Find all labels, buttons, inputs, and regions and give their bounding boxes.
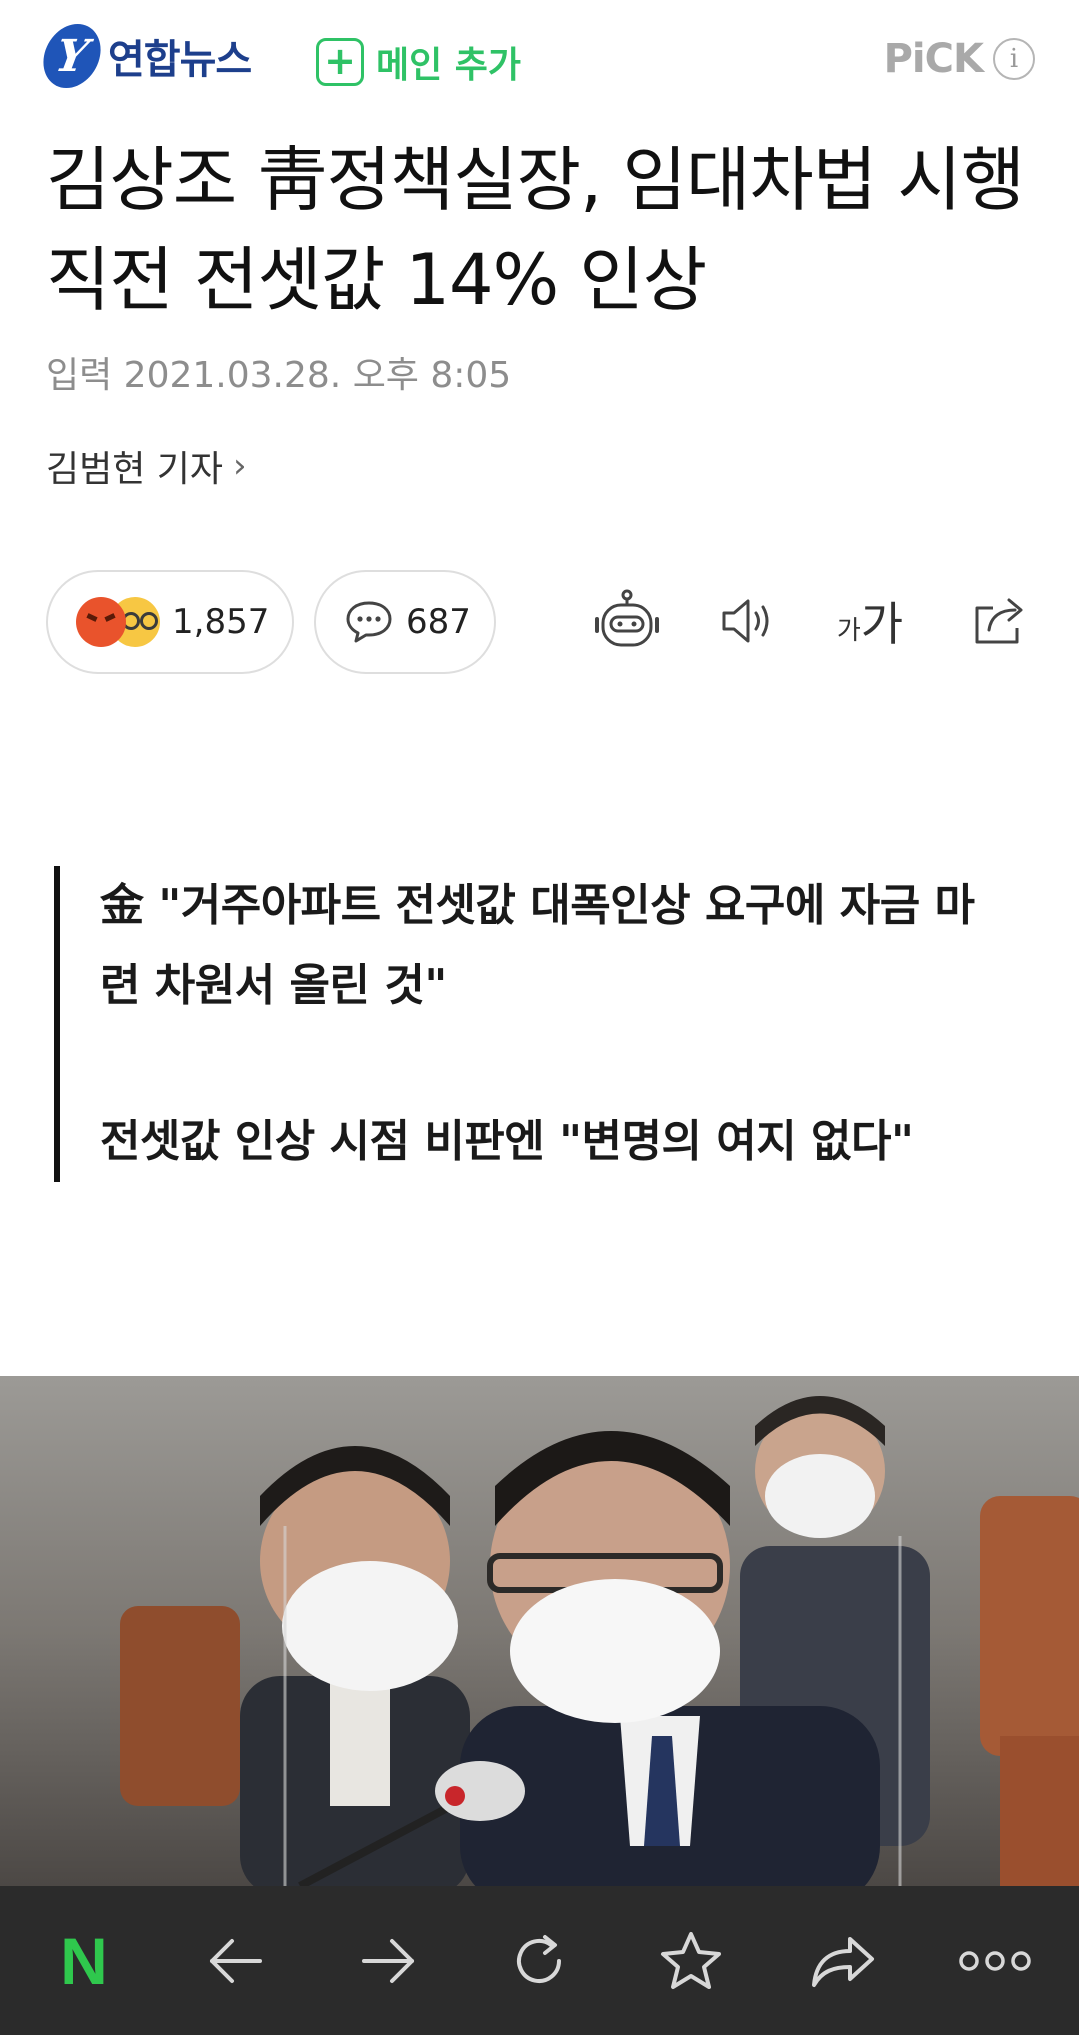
plus-icon: + bbox=[316, 38, 364, 86]
browser-toolbar: N bbox=[0, 1886, 1079, 2035]
add-to-main-button[interactable]: + 메인 추가 bbox=[316, 36, 521, 88]
info-icon[interactable]: i bbox=[993, 38, 1035, 80]
add-to-main-label: 메인 추가 bbox=[376, 45, 522, 86]
comment-button[interactable]: 687 bbox=[314, 570, 496, 674]
more-button[interactable] bbox=[945, 1911, 1045, 2011]
font-size-small: 가 bbox=[836, 615, 861, 646]
summary-line: 金 "거주아파트 전셋값 대폭인상 요구에 자금 마련 차원서 올린 것" bbox=[100, 880, 975, 1011]
share-arrow-icon bbox=[812, 1936, 875, 1987]
forward-arrow-icon bbox=[361, 1938, 414, 1983]
angry-emoji-icon bbox=[76, 597, 126, 647]
comment-count: 687 bbox=[406, 602, 471, 642]
back-arrow-icon bbox=[209, 1938, 262, 1983]
forward-button[interactable] bbox=[338, 1911, 438, 2011]
bookmark-star-icon bbox=[661, 1931, 722, 1989]
robot-icon bbox=[595, 589, 659, 647]
article-title: 김상조 靑정책실장, 임대차법 시행 직전 전셋값 14% 인상 bbox=[46, 139, 1025, 321]
reporter-link[interactable]: 김범현 기자 › bbox=[46, 440, 247, 492]
font-size-large: 가 bbox=[860, 597, 904, 651]
article-summary: 金 "거주아파트 전셋값 대폭인상 요구에 자금 마련 차원서 올린 것" 전셋… bbox=[54, 866, 1014, 1182]
back-button[interactable] bbox=[186, 1911, 286, 2011]
naver-home-button[interactable]: N bbox=[34, 1911, 134, 2011]
app-header: Y 연합뉴스 + 메인 추가 PiCK i bbox=[0, 0, 1079, 120]
share-page-button[interactable] bbox=[793, 1911, 893, 2011]
reaction-count: 1,857 bbox=[172, 602, 270, 642]
pick-label: PiCK bbox=[883, 36, 984, 82]
summary-line: 전셋값 인상 시점 비판엔 "변명의 여지 없다" bbox=[100, 1116, 914, 1167]
article-photo bbox=[0, 1376, 1079, 1886]
speaker-icon bbox=[722, 599, 769, 643]
read-aloud-button[interactable] bbox=[708, 586, 788, 656]
yonhap-logo-mark: Y bbox=[38, 24, 106, 88]
share-button[interactable] bbox=[960, 586, 1040, 656]
chevron-right-icon: › bbox=[233, 446, 247, 486]
font-size-button[interactable]: 가 가 bbox=[830, 586, 910, 656]
speech-bubble-icon bbox=[346, 601, 392, 643]
publisher-logo[interactable]: Y 연합뉴스 bbox=[38, 24, 252, 88]
pick-badge[interactable]: PiCK i bbox=[884, 36, 1035, 82]
reporter-name: 김범현 기자 bbox=[46, 449, 224, 490]
bookmark-button[interactable] bbox=[641, 1911, 741, 2011]
more-icon bbox=[959, 1950, 1031, 1971]
summary-bot-button[interactable] bbox=[587, 586, 667, 656]
publisher-name: 연합뉴스 bbox=[108, 37, 252, 83]
refresh-icon bbox=[517, 1934, 562, 1983]
refresh-button[interactable] bbox=[489, 1911, 589, 2011]
naver-logo: N bbox=[60, 1923, 108, 1998]
press-hearing-photo bbox=[0, 1376, 1079, 1886]
share-icon bbox=[975, 598, 1023, 644]
reaction-button[interactable]: 1,857 bbox=[46, 570, 294, 674]
article-date: 입력 2021.03.28. 오후 8:05 bbox=[46, 355, 512, 396]
